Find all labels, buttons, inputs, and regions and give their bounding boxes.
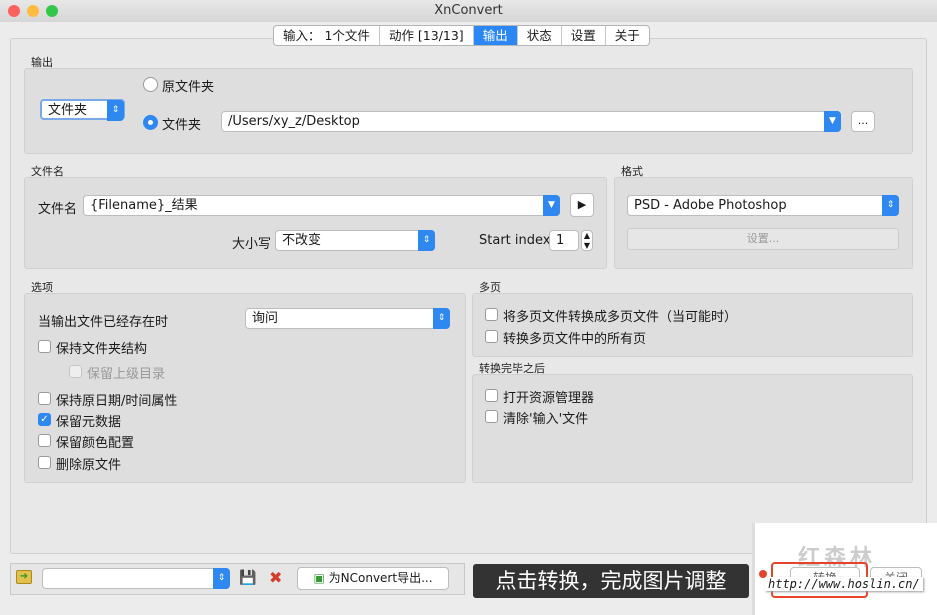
- tab-settings[interactable]: 设置: [562, 26, 606, 45]
- chevron-updown-icon: ⇕: [882, 195, 899, 216]
- chevron-updown-icon: ⇕: [213, 568, 230, 589]
- window-title: XnConvert: [434, 3, 503, 18]
- tab-bar: 输入： 1个文件 动作 [13/13] 输出 状态 设置 关于: [273, 25, 650, 46]
- checkbox-label: 转换多页文件中的所有页: [503, 332, 647, 347]
- start-index-label: Start index: [479, 233, 551, 248]
- dest-type-select[interactable]: 文件夹 ⇕: [40, 99, 125, 121]
- start-index-stepper[interactable]: ▲ ▼: [581, 230, 593, 251]
- checkbox-label: 清除'输入'文件: [503, 412, 589, 427]
- play-icon: ▶: [577, 198, 587, 211]
- chevron-updown-icon: ⇕: [418, 230, 435, 251]
- tab-status[interactable]: 状态: [518, 26, 562, 45]
- radio-original-folder[interactable]: [143, 77, 158, 92]
- format-select[interactable]: PSD - Adobe Photoshop ⇕: [627, 195, 899, 216]
- keep-date-checkbox[interactable]: [38, 392, 51, 405]
- checkbox-label: 将多页文件转换成多页文件（当可能时）: [503, 310, 738, 325]
- delete-original-checkbox[interactable]: [38, 456, 51, 469]
- exists-label: 当输出文件已经存在时: [38, 315, 169, 330]
- checkbox-label: 保持文件夹结构: [56, 342, 148, 357]
- format-value: PSD - Adobe Photoshop: [634, 198, 787, 213]
- chevron-updown-icon: ⇕: [433, 308, 450, 329]
- format-section: [614, 177, 913, 269]
- chevron-down-icon: ▼: [824, 111, 841, 132]
- save-icon[interactable]: 💾: [239, 570, 256, 586]
- filename-combo[interactable]: {Filename}_结果 ▼: [83, 195, 560, 216]
- tab-output[interactable]: 输出: [473, 26, 518, 45]
- start-index-input[interactable]: 1: [549, 230, 579, 251]
- chevron-updown-icon: ⇕: [107, 100, 124, 121]
- subtitle-overlay: 点击转换，完成图片调整: [473, 564, 749, 598]
- minimize-window-button[interactable]: [27, 5, 39, 17]
- title-bar: XnConvert: [0, 0, 937, 22]
- multipage-all-pages-checkbox[interactable]: [485, 330, 498, 343]
- case-value: 不改变: [282, 233, 322, 248]
- keep-metadata-checkbox[interactable]: ✓: [38, 413, 51, 426]
- radio-original-label: 原文件夹: [162, 80, 215, 95]
- format-settings-button[interactable]: 设置...: [627, 228, 899, 250]
- filename-value: {Filename}_结果: [90, 198, 198, 213]
- exists-value: 询问: [252, 311, 279, 326]
- keep-color-profile-checkbox[interactable]: [38, 434, 51, 447]
- multipage-section: [472, 293, 913, 357]
- folder-add-icon[interactable]: ➜: [16, 570, 32, 584]
- export-label: 为NConvert导出...: [328, 571, 433, 585]
- exists-select[interactable]: 询问 ⇕: [245, 308, 450, 329]
- preset-select[interactable]: ⇕: [42, 568, 230, 589]
- zoom-window-button[interactable]: [46, 5, 58, 17]
- checkbox-label: 保留上级目录: [87, 367, 166, 382]
- export-nconvert-button[interactable]: ▣ 为NConvert导出...: [297, 567, 449, 590]
- tab-actions[interactable]: 动作 [13/13]: [380, 26, 474, 45]
- checkbox-label: 删除原文件: [56, 458, 122, 473]
- filename-section: [24, 177, 607, 269]
- checkbox-label: 保持原日期/时间属性: [56, 394, 178, 409]
- multipage-convert-checkbox[interactable]: [485, 308, 498, 321]
- open-explorer-checkbox[interactable]: [485, 389, 498, 402]
- watermark-url: http://www.hoslin.cn/: [765, 577, 923, 591]
- close-window-button[interactable]: [8, 5, 20, 17]
- insert-tag-button[interactable]: ▶: [570, 193, 594, 217]
- checkbox-label: 保留元数据: [56, 415, 122, 430]
- radio-folder-label: 文件夹: [162, 118, 202, 133]
- checkbox-label: 打开资源管理器: [503, 391, 595, 406]
- folder-path-combo[interactable]: /Users/xy_z/Desktop ▼: [221, 111, 841, 132]
- filename-label: 文件名: [38, 202, 78, 217]
- export-icon: ▣: [313, 571, 329, 585]
- tab-about[interactable]: 关于: [606, 26, 649, 45]
- dest-type-value: 文件夹: [48, 103, 88, 118]
- checkbox-label: 保留颜色配置: [56, 436, 135, 451]
- keep-folder-structure-checkbox[interactable]: [38, 340, 51, 353]
- tab-input[interactable]: 输入： 1个文件: [274, 26, 380, 45]
- browse-button[interactable]: ...: [851, 111, 875, 132]
- case-label: 大小写: [232, 237, 272, 252]
- case-select[interactable]: 不改变 ⇕: [275, 230, 435, 251]
- clear-input-checkbox[interactable]: [485, 410, 498, 423]
- keep-parent-dir-checkbox[interactable]: [69, 365, 82, 378]
- radio-folder[interactable]: [143, 115, 158, 130]
- chevron-down-icon: ▼: [543, 195, 560, 216]
- delete-icon[interactable]: ✖: [269, 568, 282, 587]
- folder-path-value: /Users/xy_z/Desktop: [228, 114, 360, 129]
